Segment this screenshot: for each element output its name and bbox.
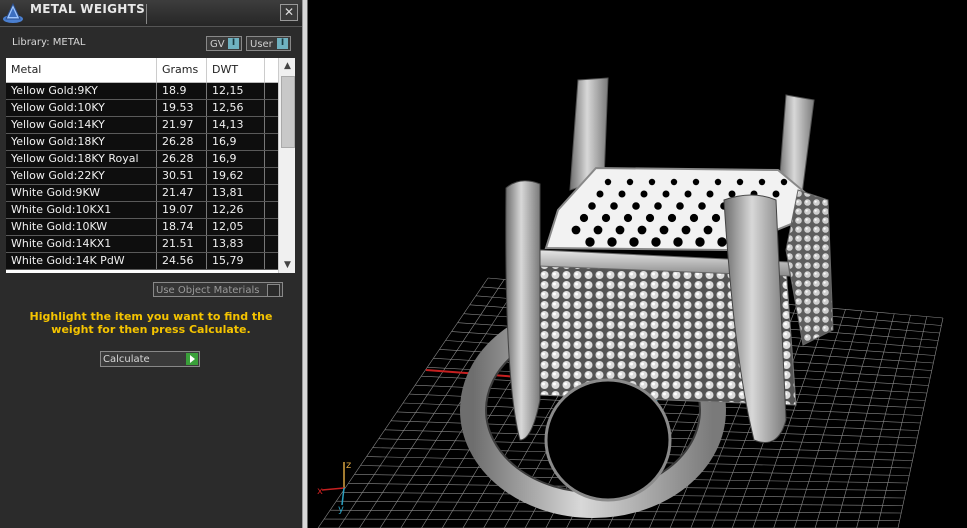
gv-toggle-check: I — [228, 38, 239, 49]
grams-cell: 21.97 — [157, 117, 207, 133]
table-row[interactable]: Yellow Gold:10KY 19.53 12,56 — [6, 100, 278, 117]
table-row[interactable]: White Gold:14K PdW 24.56 15,79 — [6, 253, 278, 270]
table-rows: Yellow Gold:9KY 18.9 12,15 Yellow Gold:10KY… — [6, 83, 278, 270]
dwt-cell: 13,83 — [207, 236, 265, 252]
table-row[interactable]: Yellow Gold:14KY 21.97 14,13 — [6, 117, 278, 134]
metal-cell: Yellow Gold:9KY — [6, 83, 157, 99]
table-row[interactable]: Yellow Gold:9KY 18.9 12,15 — [6, 83, 278, 100]
metal-cell: White Gold:14KX1 — [6, 236, 157, 252]
dwt-cell: 12,26 — [207, 202, 265, 218]
dwt-cell: 15,79 — [207, 253, 265, 269]
grams-cell: 19.07 — [157, 202, 207, 218]
table-row[interactable]: Yellow Gold:18KY 26.28 16,9 — [6, 134, 278, 151]
axis-gizmo: z x y — [317, 460, 351, 515]
scroll-thumb[interactable] — [281, 76, 295, 148]
axis-label-x: x — [317, 486, 323, 497]
table-row[interactable]: White Gold:9KW 21.47 13,81 — [6, 185, 278, 202]
use-object-materials-toggle[interactable]: Use Object Materials — [153, 282, 283, 297]
metal-cell: Yellow Gold:18KY — [6, 134, 157, 150]
grams-cell: 26.28 — [157, 151, 207, 167]
grams-cell: 21.47 — [157, 185, 207, 201]
scroll-down-icon[interactable]: ▼ — [279, 257, 295, 273]
metal-cell: White Gold:10KX1 — [6, 202, 157, 218]
grams-cell: 24.56 — [157, 253, 207, 269]
metal-cell: Yellow Gold:22KY — [6, 168, 157, 184]
dwt-cell: 14,13 — [207, 117, 265, 133]
dwt-cell: 12,56 — [207, 100, 265, 116]
calculate-button[interactable]: Calculate — [100, 351, 200, 367]
grams-cell: 18.74 — [157, 219, 207, 235]
table-row[interactable]: Yellow Gold:22KY 30.51 19,62 — [6, 168, 278, 185]
use-object-materials-label: Use Object Materials — [156, 285, 260, 296]
table-row[interactable]: White Gold:14KX1 21.51 13,83 — [6, 236, 278, 253]
title-tab-divider — [146, 4, 147, 24]
dwt-cell: 13,81 — [207, 185, 265, 201]
grams-cell: 30.51 — [157, 168, 207, 184]
axis-label-z: z — [346, 460, 351, 471]
3d-viewport[interactable]: z x y — [308, 0, 967, 528]
table-row[interactable]: White Gold:10KW 18.74 12,05 — [6, 219, 278, 236]
gv-library-toggle[interactable]: GV I — [206, 36, 242, 51]
table-scrollbar[interactable]: ▲ ▼ — [278, 58, 295, 273]
metal-cell: White Gold:14K PdW — [6, 253, 157, 269]
library-label: Library: METAL — [12, 37, 86, 48]
column-header-metal[interactable]: Metal — [6, 58, 157, 82]
grams-cell: 21.51 — [157, 236, 207, 252]
metal-cell: Yellow Gold:10KY — [6, 100, 157, 116]
panel-title: METAL WEIGHTS — [30, 2, 146, 16]
metal-cell: Yellow Gold:18KY Royal — [6, 151, 157, 167]
axis-label-y: y — [338, 504, 344, 515]
user-toggle-label: User — [250, 39, 273, 50]
user-toggle-check: I — [277, 38, 288, 49]
dwt-cell: 12,05 — [207, 219, 265, 235]
dwt-cell: 16,9 — [207, 151, 265, 167]
column-header-dwt[interactable]: DWT — [207, 58, 265, 82]
metal-table: Metal Grams DWT Yellow Gold:9KY 18.9 12,15… — [6, 58, 295, 273]
table-row[interactable]: Yellow Gold:18KY Royal 26.28 16,9 — [6, 151, 278, 168]
dwt-cell: 19,62 — [207, 168, 265, 184]
ring-model[interactable] — [460, 77, 834, 518]
scroll-up-icon[interactable]: ▲ — [279, 58, 295, 74]
grams-cell: 19.53 — [157, 100, 207, 116]
gv-toggle-label: GV — [210, 39, 225, 50]
instruction-text: Highlight the item you want to find the … — [29, 310, 273, 336]
metal-weights-panel: METAL WEIGHTS ✕ Library: METAL GV I User… — [0, 0, 302, 528]
dwt-cell: 16,9 — [207, 134, 265, 150]
panel-titlebar: METAL WEIGHTS ✕ — [0, 0, 302, 27]
grams-cell: 18.9 — [157, 83, 207, 99]
dwt-cell: 12,15 — [207, 83, 265, 99]
column-header-grams[interactable]: Grams — [157, 58, 207, 82]
table-row[interactable]: White Gold:10KX1 19.07 12,26 — [6, 202, 278, 219]
use-object-materials-checkbox[interactable] — [267, 284, 280, 297]
user-library-toggle[interactable]: User I — [246, 36, 291, 51]
play-arrow-icon — [186, 353, 198, 365]
metal-cell: White Gold:9KW — [6, 185, 157, 201]
calculate-label: Calculate — [103, 354, 150, 365]
table-header: Metal Grams DWT — [6, 58, 278, 83]
grams-cell: 26.28 — [157, 134, 207, 150]
metal-cell: White Gold:10KW — [6, 219, 157, 235]
close-button[interactable]: ✕ — [280, 4, 298, 21]
app-logo-icon — [3, 2, 23, 23]
metal-cell: Yellow Gold:14KY — [6, 117, 157, 133]
